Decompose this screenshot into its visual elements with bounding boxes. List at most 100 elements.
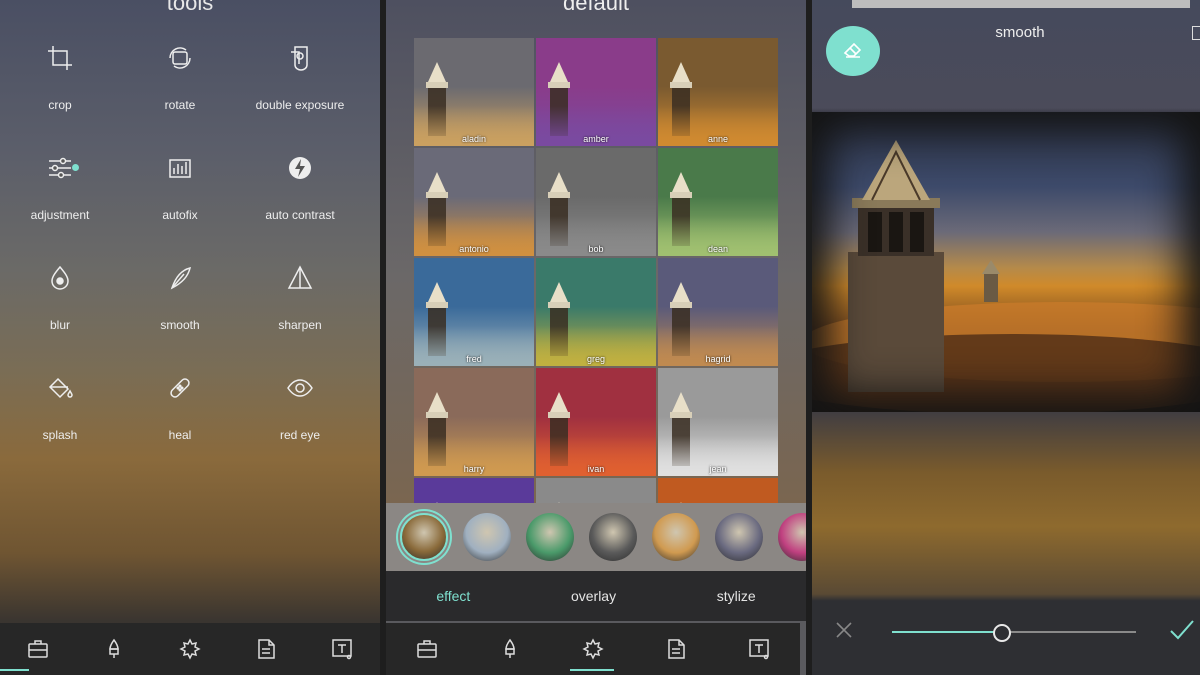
- crop-icon: [42, 40, 78, 76]
- tool-label: heal: [168, 428, 192, 442]
- sharpen-icon: [282, 260, 318, 296]
- tools-title: tools: [166, 0, 214, 15]
- effect-thumbnail[interactable]: fred: [414, 258, 534, 366]
- tool-smooth[interactable]: smooth: [120, 260, 240, 336]
- bottom-nav: [386, 623, 800, 675]
- smooth-slider-row: [812, 600, 1200, 664]
- effect-thumbnail[interactable]: greg: [536, 258, 656, 366]
- effects-category-title: default: [562, 0, 630, 15]
- toolbox-icon[interactable]: [412, 634, 442, 664]
- effects-icon[interactable]: [578, 634, 608, 664]
- tool-sharpen[interactable]: sharpen: [240, 260, 360, 336]
- effect-thumbnail[interactable]: anne: [658, 38, 778, 146]
- effect-thumbnail[interactable]: [536, 478, 656, 503]
- effect-variant-thumbnail[interactable]: [778, 513, 806, 561]
- effect-variant-thumbnail[interactable]: [589, 513, 637, 561]
- effect-name: fred: [466, 354, 482, 364]
- effect-name: aladin: [461, 134, 487, 144]
- effect-thumbnail[interactable]: hagrid: [658, 258, 778, 366]
- effect-thumbnail[interactable]: [658, 478, 778, 503]
- effect-thumbnail[interactable]: ivan: [536, 368, 656, 476]
- effect-variant-thumbnail[interactable]: [400, 513, 448, 561]
- effect-variant-thumbnail[interactable]: [526, 513, 574, 561]
- text-icon[interactable]: [327, 634, 357, 664]
- rotate-icon: [162, 40, 198, 76]
- tool-label: smooth: [160, 318, 200, 332]
- tool-double-exposure[interactable]: double exposure: [240, 40, 360, 116]
- tools-panel: tools crop rotate double exposure adjust…: [0, 0, 380, 675]
- tool-red-eye[interactable]: red eye: [240, 370, 360, 446]
- tool-title: smooth: [995, 24, 1045, 41]
- tool-label: rotate: [164, 98, 196, 112]
- apply-check-icon[interactable]: [1168, 616, 1196, 649]
- smooth-icon: [162, 260, 198, 296]
- smooth-panel: smooth: [812, 0, 1200, 675]
- tool-label: blur: [49, 318, 70, 332]
- tool-adjustment[interactable]: adjustment: [0, 150, 120, 226]
- effect-thumbnail[interactable]: jean: [658, 368, 778, 476]
- effect-variant-thumbnail[interactable]: [652, 513, 700, 561]
- effect-name: dean: [707, 244, 729, 254]
- effect-name: ivan: [587, 464, 605, 474]
- effect-thumbnail[interactable]: harry: [414, 368, 534, 476]
- blur-icon: [42, 260, 78, 296]
- effect-variant-thumbnail[interactable]: [463, 513, 511, 561]
- red-eye-icon: [282, 370, 318, 406]
- bottom-nav: [0, 623, 380, 675]
- tab-stylize[interactable]: stylize: [717, 588, 756, 604]
- top-image-strip: [852, 0, 1190, 8]
- effect-tabs: effect overlay stylize: [386, 571, 806, 621]
- compare-icon[interactable]: [1192, 26, 1200, 40]
- effect-variant-thumbnail[interactable]: [715, 513, 763, 561]
- photo-preview: [812, 112, 1200, 412]
- effect-name: jean: [709, 464, 727, 474]
- tool-crop[interactable]: crop: [0, 40, 120, 116]
- tool-label: crop: [48, 98, 72, 112]
- tool-label: auto contrast: [265, 208, 335, 222]
- brush-icon[interactable]: [495, 634, 525, 664]
- tool-autofix[interactable]: autofix: [120, 150, 240, 226]
- tab-overlay[interactable]: overlay: [571, 588, 616, 604]
- tool-label: sharpen: [278, 318, 322, 332]
- effect-thumbnail[interactable]: dean: [658, 148, 778, 256]
- text-icon[interactable]: [744, 634, 774, 664]
- tool-label: adjustment: [30, 208, 90, 222]
- cancel-icon[interactable]: [834, 620, 854, 645]
- tool-label: splash: [42, 428, 78, 442]
- effect-thumbnail[interactable]: [414, 478, 534, 503]
- effect-name: anne: [707, 134, 729, 144]
- tools-grid: crop rotate double exposure adjustment a…: [0, 40, 360, 446]
- effect-thumbnail[interactable]: aladin: [414, 38, 534, 146]
- toolbox-icon[interactable]: [23, 634, 53, 664]
- tool-auto-contrast[interactable]: auto contrast: [240, 150, 360, 226]
- splash-icon: [42, 370, 78, 406]
- tool-label: red eye: [279, 428, 321, 442]
- tool-rotate[interactable]: rotate: [120, 40, 240, 116]
- effects-icon[interactable]: [175, 634, 205, 664]
- tool-label: double exposure: [255, 98, 345, 112]
- double-exposure-icon: [282, 40, 318, 76]
- new-indicator-dot: [72, 164, 79, 171]
- sticker-icon[interactable]: [661, 634, 691, 664]
- auto-contrast-icon: [282, 150, 318, 186]
- effect-thumbnail[interactable]: bob: [536, 148, 656, 256]
- brush-icon[interactable]: [99, 634, 129, 664]
- effect-thumbnail[interactable]: antonio: [414, 148, 534, 256]
- effects-panel: default aladin amber anne antonio bob dean fre…: [386, 0, 806, 675]
- slider-knob[interactable]: [992, 624, 1011, 642]
- tool-splash[interactable]: splash: [0, 370, 120, 446]
- tool-blur[interactable]: blur: [0, 260, 120, 336]
- effect-name: amber: [583, 134, 609, 144]
- sticker-icon[interactable]: [251, 634, 281, 664]
- eraser-icon: [842, 38, 864, 65]
- effect-name: hagrid: [705, 354, 731, 364]
- tool-heal[interactable]: heal: [120, 370, 240, 446]
- active-tab-indicator: [570, 669, 614, 671]
- effect-thumbnail[interactable]: amber: [536, 38, 656, 146]
- effect-name: bob: [588, 244, 604, 254]
- vignette-overlay: [812, 112, 1200, 412]
- tab-effect[interactable]: effect: [436, 588, 470, 604]
- heal-icon: [162, 370, 198, 406]
- autofix-icon: [162, 150, 198, 186]
- effect-name: harry: [463, 464, 485, 474]
